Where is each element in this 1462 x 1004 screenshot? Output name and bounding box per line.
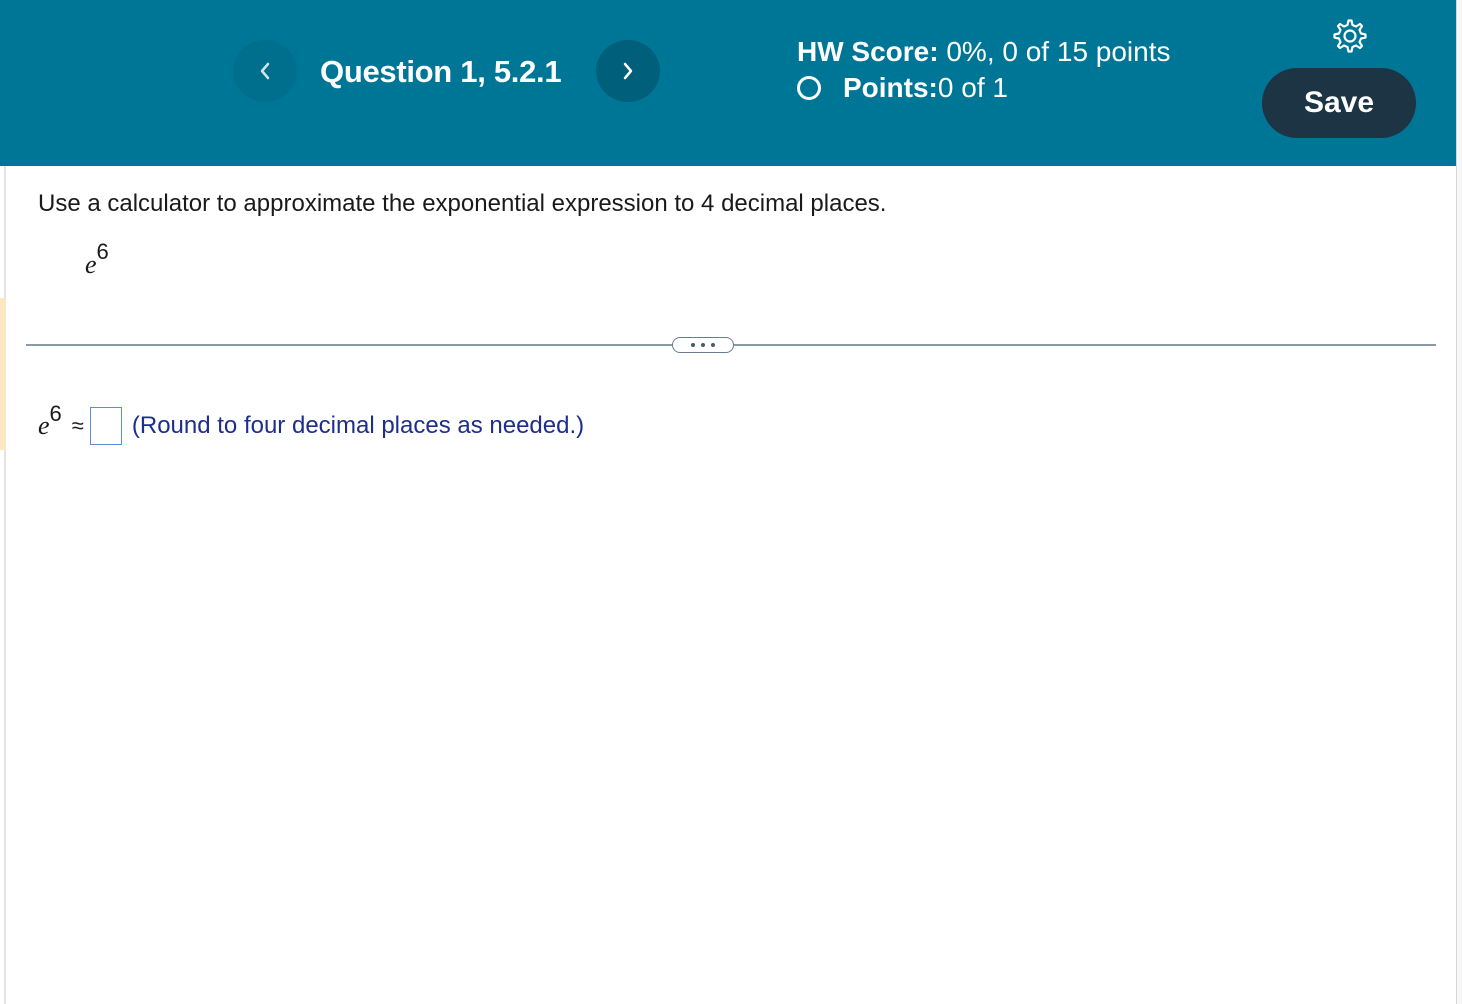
answer-lhs-exponent: 6 [49, 401, 62, 426]
question-instruction: Use a calculator to approximate the expo… [38, 190, 887, 217]
gear-icon[interactable] [1330, 16, 1370, 56]
right-scroll-edge [1456, 0, 1462, 1004]
answer-lhs: e6 [38, 401, 62, 441]
hw-score: HW Score: 0%, 0 of 15 points [797, 36, 1171, 68]
previous-question-button[interactable] [233, 40, 297, 102]
next-question-button[interactable] [596, 40, 660, 102]
save-button[interactable]: Save [1262, 68, 1416, 138]
answer-input[interactable] [89, 407, 122, 445]
more-options-button[interactable] [672, 337, 734, 353]
left-edge [4, 166, 6, 1004]
header-bar: Question 1, 5.2.1 HW Score: 0%, 0 of 15 … [0, 0, 1456, 166]
chevron-left-icon [260, 62, 270, 80]
dot-icon [691, 343, 695, 347]
approx-symbol: ≈ [71, 413, 84, 438]
hw-score-value: 0%, 0 of 15 points [938, 36, 1171, 67]
answer-row: e6 ≈ (Round to four decimal places as ne… [38, 401, 585, 448]
points-status-icon [797, 76, 821, 100]
dot-icon [701, 343, 705, 347]
expression-base: e [85, 250, 97, 279]
page: Question 1, 5.2.1 HW Score: 0%, 0 of 15 … [0, 0, 1462, 1004]
points-label: Points: [843, 72, 938, 103]
answer-lhs-base: e [38, 411, 50, 440]
hw-score-label: HW Score: [797, 36, 939, 67]
question-title: Question 1, 5.2.1 [320, 54, 562, 89]
question-expression: e6 [85, 239, 109, 280]
dot-icon [711, 343, 715, 347]
points: Points: 0 of 1 [797, 72, 1008, 104]
points-value: 0 of 1 [937, 72, 1008, 103]
rounding-hint: (Round to four decimal places as needed.… [131, 412, 585, 439]
chevron-right-icon [623, 62, 633, 80]
left-accent-marker [0, 298, 6, 450]
expression-exponent: 6 [96, 239, 109, 264]
